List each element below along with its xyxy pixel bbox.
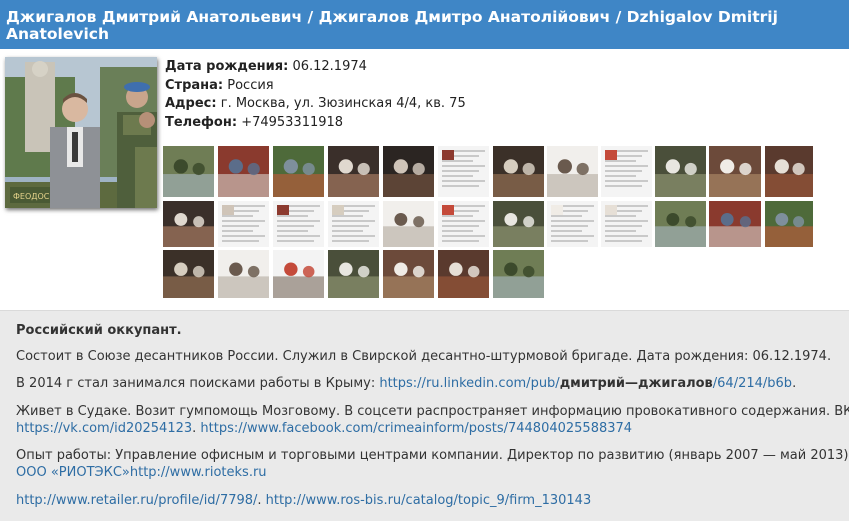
description-paragraph-3: Живет в Судаке. Возит гумпомощь Мозговом… — [16, 403, 849, 437]
address-value: г. Москва, ул. Зюзинская 4/4, кв. 75 — [220, 96, 466, 111]
p2-suffix: . — [792, 376, 797, 391]
gallery-thumbnail[interactable] — [218, 201, 269, 247]
gallery-thumbnail[interactable] — [218, 250, 269, 298]
gallery-thumbnail[interactable] — [163, 146, 214, 197]
gallery-thumbnail[interactable] — [273, 250, 324, 298]
gallery-thumbnail[interactable] — [601, 201, 652, 247]
gallery-thumbnail[interactable] — [655, 201, 706, 247]
gallery-thumbnail[interactable] — [493, 146, 544, 197]
p3-text: Живет в Судаке. Возит гумпомощь Мозговом… — [16, 404, 849, 419]
vk-link[interactable]: https://vk.com/id20254123 — [16, 421, 192, 436]
linkedin-link-part-1: https://ru.linkedin.com/pub/ — [379, 376, 560, 391]
gallery-thumbnail[interactable] — [709, 146, 761, 197]
page-title: Джигалов Дмитрий Анатольевич / Джигалов … — [0, 0, 849, 43]
description-paragraph-2: В 2014 г стал занимался поисками работы … — [16, 375, 796, 392]
gallery-thumbnail[interactable] — [493, 250, 544, 298]
gallery-thumbnail[interactable] — [383, 146, 434, 197]
profile-info: Дата рождения: 06.12.1974 Страна: Россия… — [165, 58, 466, 132]
gallery-thumbnail[interactable] — [383, 201, 434, 247]
description-paragraph-5: http://www.retailer.ru/profile/id/7798/.… — [16, 492, 591, 509]
gallery-thumbnail[interactable] — [547, 146, 598, 197]
gallery-thumbnail[interactable] — [601, 146, 652, 197]
retailer-link[interactable]: http://www.retailer.ru/profile/id/7798/ — [16, 493, 257, 508]
phone-label: Телефон: — [165, 114, 238, 130]
gallery-thumbnail[interactable] — [547, 201, 598, 247]
description-paragraph-1: Состоит в Союзе десантников России. Служ… — [16, 349, 832, 364]
address-label: Адрес: — [165, 96, 217, 111]
description-paragraph-4: Опыт работы: Управление офисным и торгов… — [16, 447, 848, 481]
country-label: Страна: — [165, 77, 224, 93]
gallery-thumbnail[interactable] — [328, 201, 379, 247]
page-header: Джигалов Дмитрий Анатольевич / Джигалов … — [0, 0, 849, 49]
rosbis-link[interactable]: http://www.ros-bis.ru/catalog/topic_9/fi… — [266, 493, 592, 508]
description-heading: Российский оккупант. — [16, 323, 182, 338]
gallery-thumbnail[interactable] — [328, 250, 379, 298]
p5-separator: . — [257, 493, 266, 508]
title-line-1: Джигалов Дмитрий Анатольевич / Джигалов … — [6, 8, 778, 26]
gallery-thumbnail[interactable] — [218, 146, 269, 197]
birth-label: Дата рождения: — [165, 59, 289, 74]
linkedin-link-part-2: дмитрий—джигалов — [559, 376, 713, 391]
facebook-link[interactable]: https://www.facebook.com/crimeainform/po… — [200, 421, 632, 436]
gallery-thumbnail[interactable] — [765, 146, 813, 197]
gallery-thumbnail[interactable] — [273, 146, 324, 197]
birth-value: 06.12.1974 — [292, 59, 367, 74]
photo-gallery — [163, 146, 823, 298]
country-value: Россия — [227, 77, 274, 93]
title-line-2: Anatolevich — [6, 25, 110, 43]
gallery-thumbnail[interactable] — [765, 201, 813, 247]
gallery-thumbnail[interactable] — [273, 201, 324, 247]
p4-text: Опыт работы: Управление офисным и торгов… — [16, 448, 849, 463]
gallery-thumbnail[interactable] — [328, 146, 379, 197]
linkedin-link[interactable]: https://ru.linkedin.com/pub/дмитрий—джиг… — [379, 376, 792, 391]
linkedin-link-part-3: /64/214/b6b — [712, 376, 793, 391]
phone-value: +74953311918 — [241, 114, 344, 130]
gallery-thumbnail[interactable] — [438, 201, 489, 247]
gallery-thumbnail[interactable] — [438, 250, 489, 298]
country-row: Страна: Россия — [165, 77, 466, 96]
profile-photo-image: ФЕОДОСИЙ — [5, 57, 157, 208]
phone-row: Телефон: +74953311918 — [165, 114, 466, 133]
birth-row: Дата рождения: 06.12.1974 — [165, 58, 466, 77]
description-panel: Российский оккупант. Состоит в Союзе дес… — [0, 310, 849, 521]
gallery-thumbnail[interactable] — [163, 250, 214, 298]
gallery-thumbnail[interactable] — [709, 201, 761, 247]
profile-photo[interactable]: ФЕОДОСИЙ — [5, 57, 157, 208]
gallery-thumbnail[interactable] — [493, 201, 544, 247]
gallery-thumbnail[interactable] — [438, 146, 489, 197]
p2-text: В 2014 г стал занимался поисками работы … — [16, 376, 380, 391]
address-row: Адрес: г. Москва, ул. Зюзинская 4/4, кв.… — [165, 95, 466, 114]
rioteks-link[interactable]: ООО «РИОТЭКС»http://www.rioteks.ru — [16, 465, 267, 480]
gallery-thumbnail[interactable] — [655, 146, 706, 197]
gallery-thumbnail[interactable] — [163, 201, 214, 247]
gallery-thumbnail[interactable] — [383, 250, 434, 298]
